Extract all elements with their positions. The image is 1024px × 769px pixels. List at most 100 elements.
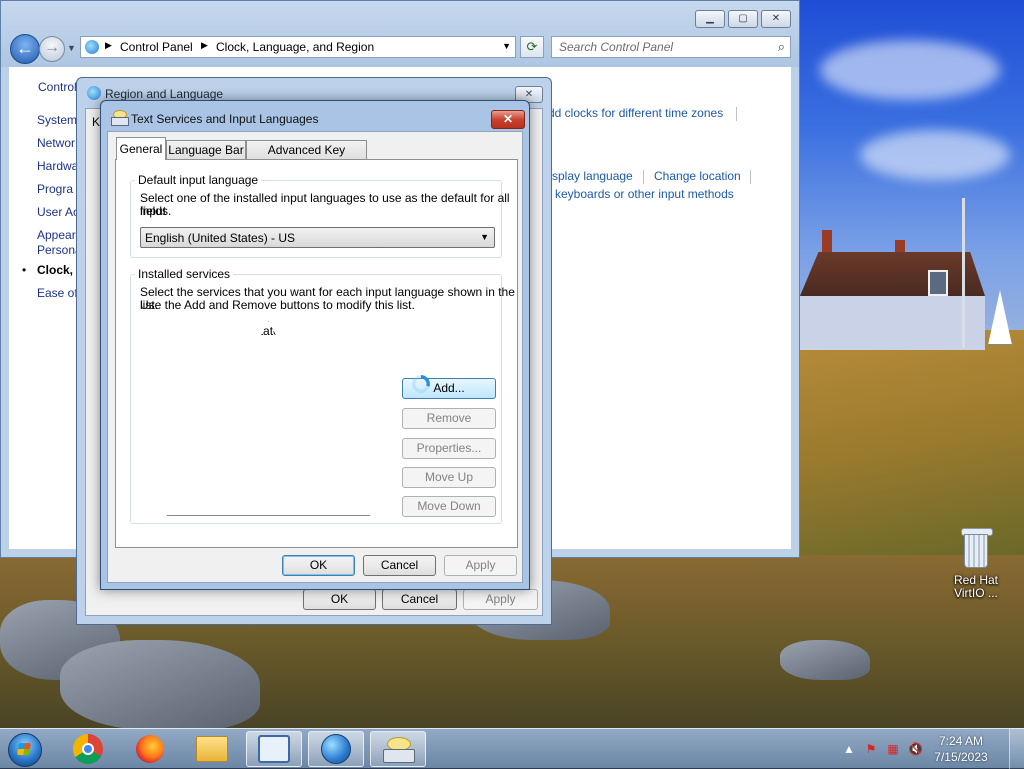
refresh-icon: ⟳ [526,39,538,54]
sidebar-item-network[interactable]: Networ [37,136,75,150]
arrow-left-icon: ← [16,38,34,58]
add-button-label: Add... [433,381,465,395]
breadcrumb-control-panel[interactable]: Control Panel [120,40,193,54]
breadcrumb-clock-language-region[interactable]: Clock, Language, and Region [216,40,374,54]
network-icon[interactable]: ▦ [886,742,900,756]
region-tab-fragment[interactable]: K [92,115,100,129]
link-separator [643,170,644,184]
taskbar-explorer[interactable] [184,731,240,767]
tab-advanced-key-settings[interactable]: Advanced Key Settings [246,140,367,176]
close-icon: ✕ [502,112,514,126]
move-up-button[interactable]: Move Up [402,467,496,488]
dropdown-arrow-icon: ▼ [480,232,489,242]
taskbar: ▲ ⚑ ▦ 🔇 7:24 AM 7/15/2023 [0,728,1024,769]
search-placeholder: Search Control Panel [559,40,674,54]
text-services-close-button[interactable]: ✕ [491,110,525,129]
minimize-button[interactable]: ▁ [695,10,725,28]
show-hidden-icons-icon[interactable]: ▲ [842,742,856,756]
cancel-button[interactable]: Cancel [363,555,436,576]
maximize-icon: ▢ [738,13,748,24]
breadcrumb-chevron-icon[interactable]: ▶ [105,40,112,51]
volume-muted-icon[interactable]: 🔇 [908,742,923,756]
close-icon: ✕ [771,13,781,24]
address-dropdown-icon[interactable]: ▼ [502,41,511,51]
clock-time: 7:24 AM [938,734,984,748]
text-services-body: General Language Bar Advanced Key Settin… [107,131,523,583]
refresh-button[interactable]: ⟳ [520,36,544,58]
taskbar-chrome[interactable] [60,731,116,767]
link-add-clocks[interactable]: dd clocks for different time zones [548,106,723,120]
recycle-bin-icon [961,528,993,568]
rock [60,640,260,730]
installed-services-label: Installed services [135,267,234,281]
apply-button[interactable]: Apply [444,555,517,576]
minimize-icon: ▁ [706,13,714,24]
busy-cursor-icon [412,375,430,393]
ok-button[interactable]: OK [282,555,355,576]
search-control-panel-input[interactable]: Search Control Panel ⌕ [551,36,791,58]
sidebar-item-hardware[interactable]: Hardwa [37,159,78,173]
taskbar-firefox[interactable] [122,731,178,767]
recycle-bin-label-line2: VirtIO ... [954,586,998,600]
globe-icon [87,86,101,100]
default-input-language-dropdown[interactable]: English (United States) - US ▼ [140,227,495,248]
taskbar-region-language[interactable] [308,731,364,767]
control-panel-caption-buttons: ▁ ▢ ✕ [692,10,791,28]
link-separator [750,170,751,184]
tab-general[interactable]: General [116,137,166,160]
windows-logo-icon [8,733,42,767]
taskbar-control-panel[interactable] [246,731,302,767]
recycle-bin-desktop-icon[interactable]: Red Hat VirtIO ... [948,528,1004,600]
recent-pages-dropdown-icon[interactable]: ▼ [67,43,76,53]
clock-date: 7/15/2023 [934,750,988,764]
remove-button[interactable]: Remove [402,408,496,429]
firefox-icon [136,735,164,763]
action-center-icon[interactable]: ⚑ [864,742,878,756]
sidebar-item-user-accounts[interactable]: User Ac [37,205,79,219]
link-separator [736,107,737,121]
cloud [820,40,1000,100]
address-bar[interactable]: ▶ Control Panel ▶ Clock, Language, and R… [80,36,516,58]
text-services-dialog: Text Services and Input Languages ✕ Gene… [100,100,530,590]
sidebar-item-personalization[interactable]: Persona [37,243,82,257]
link-display-language[interactable]: splay language [552,169,633,183]
region-cancel-button[interactable]: Cancel [382,589,457,610]
region-ok-button[interactable]: OK [303,589,376,610]
back-button[interactable]: ← [10,34,40,64]
clock[interactable]: 7:24 AM 7/15/2023 [926,733,996,765]
sidebar-item-system[interactable]: System [37,113,77,127]
region-apply-button[interactable]: Apply [463,589,538,610]
taskbar-text-services[interactable] [370,731,426,767]
sidebar-control-panel-home[interactable]: Control [38,80,77,94]
breadcrumb-chevron-icon[interactable]: ▶ [201,40,208,51]
cloud [860,130,1010,180]
link-keyboards-input-methods[interactable]: keyboards or other input methods [555,187,734,201]
default-input-description-line2: fields. [140,204,172,218]
link-change-location[interactable]: Change location [654,169,741,183]
tab-language-bar[interactable]: Language Bar [166,140,246,159]
forward-button[interactable]: → [39,36,65,62]
close-icon: ✕ [524,89,534,100]
sidebar-item-programs[interactable]: Progra [37,182,73,196]
show-desktop-button[interactable] [1009,729,1024,769]
close-button[interactable]: ✕ [761,10,791,28]
explorer-folder-icon [196,736,228,762]
lighthouse-keeper-house [800,230,985,350]
control-panel-icon [258,735,290,763]
move-down-button[interactable]: Move Down [402,496,496,517]
search-icon[interactable]: ⌕ [778,39,785,55]
region-language-title: Region and Language [105,87,224,101]
start-button[interactable] [4,731,46,767]
maximize-button[interactable]: ▢ [728,10,758,28]
sidebar-item-ease-of-access[interactable]: Ease of [37,286,78,300]
flag-pole [962,198,965,348]
default-input-language-value: English (United States) - US [145,231,296,245]
sidebar-item-appearance[interactable]: Appear [37,228,76,242]
region-language-icon [321,734,351,764]
installed-services-description-line2: Use the Add and Remove buttons to modify… [140,298,415,312]
default-input-description-line1: Select one of the installed input langua… [140,191,510,218]
keyboard-icon [111,110,129,126]
control-panel-icon [85,40,99,54]
default-input-language-label: Default input language [135,173,262,187]
properties-button[interactable]: Properties... [402,438,496,459]
